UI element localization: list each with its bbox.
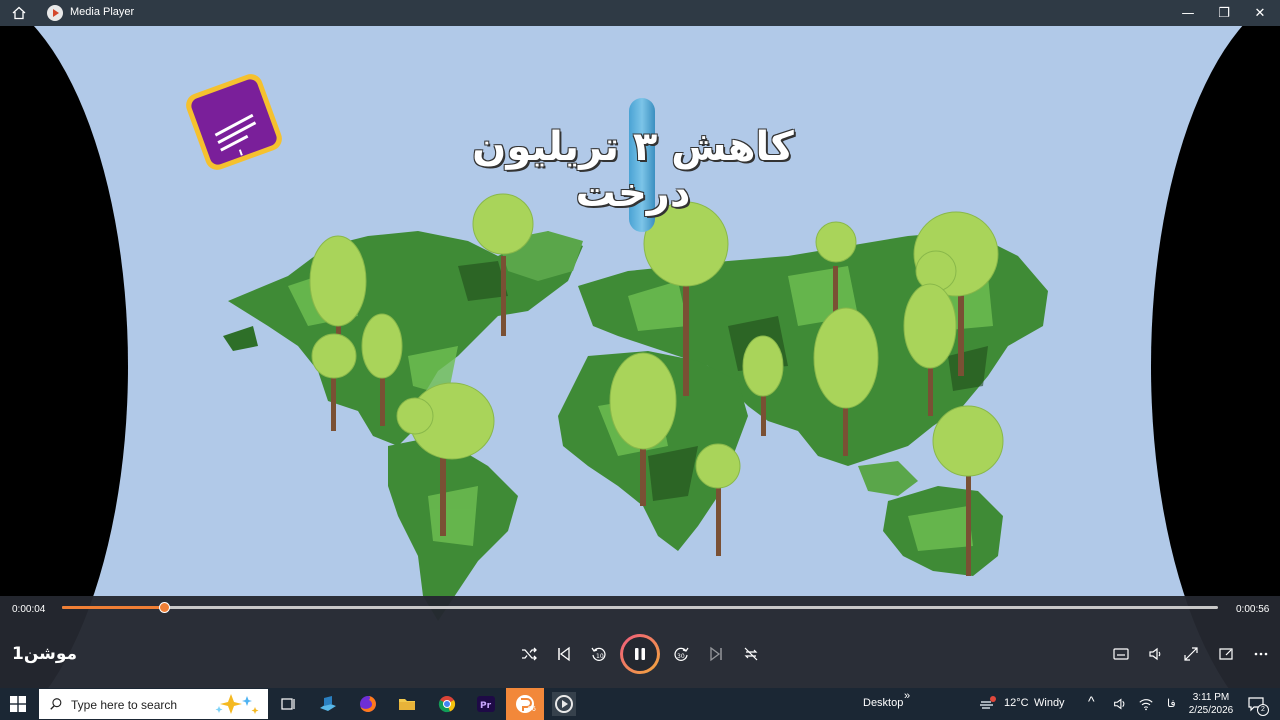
video-overlay-title: کاهش ۳ تریلیون درخت: [472, 124, 794, 216]
media-title: موشن1: [12, 644, 78, 664]
taskbar: Type here to search Pr 96 Desktop » 12°C…: [0, 688, 1280, 720]
rewind-10-button[interactable]: 10: [584, 639, 614, 669]
chrome-icon[interactable]: [435, 692, 459, 716]
weather-icon[interactable]: [976, 692, 1000, 716]
desktop-toolbar-chevron[interactable]: »: [904, 690, 910, 702]
next-button[interactable]: [701, 639, 731, 669]
forward-30-icon: 30: [674, 647, 689, 661]
search-icon: [50, 698, 62, 710]
windows-start-icon[interactable]: [10, 696, 26, 712]
window-title: Media Player: [70, 6, 135, 18]
forward-30-button[interactable]: 30: [666, 639, 696, 669]
seek-bar-progress: [62, 606, 164, 609]
premiere-pro-icon[interactable]: Pr: [474, 692, 498, 716]
svg-text:10: 10: [596, 653, 604, 660]
clock-time: 3:11 PM: [1192, 692, 1230, 703]
home-icon[interactable]: [11, 5, 27, 21]
repeat-button[interactable]: [736, 639, 766, 669]
elapsed-time: 0:00:04: [12, 604, 46, 615]
search-highlight-sparkle-icon: [215, 694, 259, 714]
weather-description[interactable]: Windy: [1034, 697, 1065, 709]
fullscreen-icon: [1184, 647, 1198, 661]
firefox-icon[interactable]: [356, 692, 380, 716]
shuffle-button[interactable]: [514, 639, 544, 669]
captions-button[interactable]: [1106, 639, 1136, 669]
input-language[interactable]: فا: [1167, 697, 1176, 710]
network-icon[interactable]: [1134, 692, 1158, 716]
skip-previous-icon: [558, 646, 570, 662]
playback-controls: 0:00:04 0:00:56 موشن1 10 30: [0, 596, 1280, 688]
svg-text:30: 30: [677, 653, 685, 660]
media-app-icon[interactable]: 96: [506, 688, 544, 720]
show-hidden-icons-chevron-icon[interactable]: ^: [1088, 693, 1095, 709]
channel-logo-icon: [182, 70, 286, 174]
mini-player-icon: [1219, 648, 1233, 660]
more-options-button[interactable]: [1246, 639, 1276, 669]
title-bar: Media Player — ❐ ✕: [0, 0, 1280, 26]
pause-button[interactable]: [620, 634, 660, 674]
weather-temperature[interactable]: 12°C: [1004, 697, 1029, 709]
file-explorer-icon[interactable]: [395, 692, 419, 716]
restore-button[interactable]: ❐: [1214, 4, 1234, 22]
clock-date: 2/25/2026: [1188, 705, 1234, 716]
repeat-off-icon: [744, 647, 758, 661]
notification-count-badge: 2: [1257, 704, 1269, 716]
pause-icon: [635, 648, 645, 660]
taskbar-search-box[interactable]: Type here to search: [39, 689, 268, 719]
desktop-app-icon[interactable]: [316, 692, 340, 716]
captions-icon: [1113, 648, 1129, 660]
speaker-icon[interactable]: [1108, 692, 1132, 716]
skip-next-icon: [710, 646, 722, 662]
search-placeholder: Type here to search: [71, 698, 178, 712]
previous-button[interactable]: [549, 639, 579, 669]
shuffle-icon: [522, 647, 537, 661]
desktop-toolbar-label[interactable]: Desktop: [863, 697, 903, 709]
volume-button[interactable]: [1141, 639, 1171, 669]
seek-bar-thumb[interactable]: [158, 602, 170, 613]
more-icon: [1254, 652, 1268, 656]
media-player-app-icon: [47, 5, 63, 21]
minimize-button[interactable]: —: [1178, 4, 1198, 22]
volume-icon: [1149, 647, 1161, 661]
svg-text:Pr: Pr: [480, 701, 492, 711]
mini-player-button[interactable]: [1211, 639, 1241, 669]
rewind-10-icon: 10: [591, 647, 606, 661]
close-button[interactable]: ✕: [1250, 4, 1270, 22]
task-view-icon[interactable]: [276, 692, 300, 716]
notification-center-icon[interactable]: 2: [1244, 692, 1269, 716]
taskbar-clock[interactable]: 3:11 PM 2/25/2026: [1186, 691, 1236, 717]
fullscreen-button[interactable]: [1176, 639, 1206, 669]
video-frame[interactable]: کاهش ۳ تریلیون درخت: [28, 26, 1251, 688]
seek-bar[interactable]: [62, 602, 1218, 613]
media-app-badge: 96: [528, 706, 536, 713]
media-player-taskbar-icon[interactable]: [552, 692, 576, 716]
total-duration: 0:00:56: [1236, 604, 1270, 615]
